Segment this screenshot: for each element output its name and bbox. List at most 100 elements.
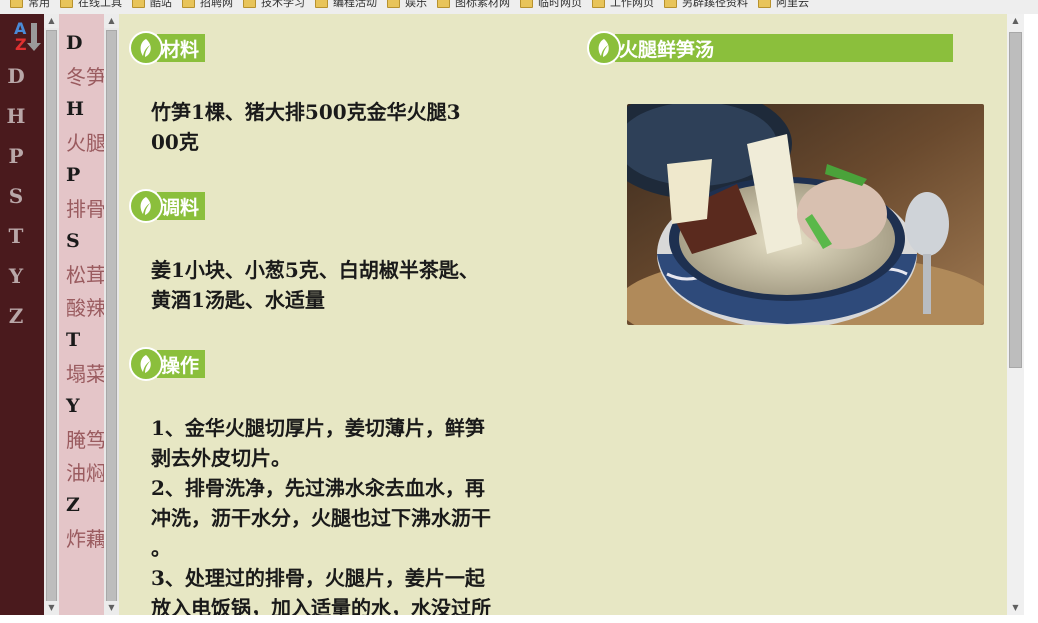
- section-heading-label: 调料: [157, 192, 206, 220]
- folder-icon: [132, 0, 145, 8]
- section-heading-ingredients: 材料: [129, 31, 206, 65]
- scroll-thumb[interactable]: [46, 30, 57, 610]
- bookmark-item[interactable]: 工作网页: [592, 0, 654, 9]
- index-letter-heading: Z: [66, 494, 80, 516]
- scroll-down-icon[interactable]: ▼: [1007, 601, 1024, 615]
- bookmark-item[interactable]: 娱乐: [387, 0, 427, 9]
- index-letter-heading: H: [66, 98, 84, 120]
- folder-icon: [437, 0, 450, 8]
- bookmark-item[interactable]: 常用: [10, 0, 50, 9]
- scroll-down-icon[interactable]: ▼: [44, 601, 59, 615]
- bookmarks-bar: 常用 在线工具 酷站 招聘网 技术学习 编程活动 娱乐 图标素材网 临时网页 工作网页 另辟蹊径资料…: [0, 0, 1038, 14]
- index-link[interactable]: 炸藕: [66, 523, 104, 552]
- seasoning-text: 姜1小块、小葱5克、白胡椒半茶匙、 黄酒1汤匙、水适量: [151, 255, 551, 315]
- bookmark-label: 编程活动: [333, 0, 377, 9]
- bookmark-label: 阿里云: [776, 0, 809, 9]
- leaf-icon: [129, 347, 163, 381]
- bookmark-label: 常用: [28, 0, 50, 9]
- folder-icon: [520, 0, 533, 8]
- scroll-up-icon[interactable]: ▲: [44, 14, 59, 28]
- text-line: 3、处理过的排骨，火腿片，姜片一起: [151, 566, 485, 590]
- bookmark-item[interactable]: 阿里云: [758, 0, 809, 9]
- folder-icon: [592, 0, 605, 8]
- index-letter-heading: S: [66, 230, 80, 252]
- text-line: 剥去外皮切片。: [151, 446, 291, 470]
- text-line: 2、排骨洗净，先过沸水汆去血水，再: [151, 476, 485, 500]
- ingredients-text: 竹笋1棵、猪大排500克金华火腿3 00克: [151, 97, 551, 157]
- bookmark-item[interactable]: 图标素材网: [437, 0, 510, 9]
- bookmark-item[interactable]: 在线工具: [60, 0, 122, 9]
- index-scrollbar[interactable]: ▲ ▼: [104, 14, 119, 615]
- bookmark-label: 工作网页: [610, 0, 654, 9]
- az-sort-icon[interactable]: AZ: [12, 19, 42, 53]
- recipe-title: 火腿鲜笋汤: [615, 34, 953, 62]
- text-line: 1、金华火腿切厚片，姜切薄片，鲜笋: [151, 416, 485, 440]
- bookmark-label: 临时网页: [538, 0, 582, 9]
- scroll-down-icon[interactable]: ▼: [104, 601, 119, 615]
- bookmark-label: 酷站: [150, 0, 172, 9]
- index-letter-heading: D: [66, 32, 83, 54]
- folder-icon: [10, 0, 23, 8]
- text-line: 。: [151, 536, 171, 560]
- soup-bowl-photo: [627, 104, 984, 325]
- bookmark-label: 招聘网: [200, 0, 233, 9]
- section-heading-steps: 操作: [129, 347, 206, 381]
- folder-icon: [387, 0, 400, 8]
- rail-letter-d[interactable]: D: [0, 64, 44, 88]
- index-letter-heading: Y: [66, 395, 80, 417]
- index-link[interactable]: 冬笋: [66, 61, 104, 90]
- recipe-index: D 冬笋 H 火腿 P 排骨 S 松茸 酸辣 T 塌菜 Y 腌笃 油焖 Z 炸藕: [59, 14, 104, 615]
- rail-letter-y[interactable]: Y: [0, 264, 44, 288]
- index-link[interactable]: 腌笃: [66, 424, 104, 453]
- bookmark-label: 图标素材网: [455, 0, 510, 9]
- bookmark-item[interactable]: 酷站: [132, 0, 172, 9]
- index-link[interactable]: 塌菜: [66, 358, 104, 387]
- scroll-up-icon[interactable]: ▲: [104, 14, 119, 28]
- folder-icon: [60, 0, 73, 8]
- index-link[interactable]: 排骨: [66, 193, 104, 222]
- scroll-up-icon[interactable]: ▲: [1007, 14, 1024, 28]
- index-link[interactable]: 酸辣: [66, 292, 104, 321]
- text-line: 冲洗，沥干水分，火腿也过下沸水沥干: [151, 506, 491, 530]
- scroll-thumb[interactable]: [106, 30, 117, 610]
- section-heading-label: 操作: [157, 350, 206, 378]
- rail-letter-p[interactable]: P: [0, 144, 44, 168]
- folder-icon: [758, 0, 771, 8]
- bookmark-item[interactable]: 临时网页: [520, 0, 582, 9]
- index-link[interactable]: 油焖: [66, 457, 104, 486]
- bookmark-item[interactable]: 另辟蹊径资料: [664, 0, 748, 9]
- bookmark-label: 技术学习: [261, 0, 305, 9]
- steps-text: 1、金华火腿切厚片，姜切薄片，鲜笋 剥去外皮切片。 2、排骨洗净，先过沸水汆去血…: [151, 413, 551, 615]
- text-line: 放入电饭锅，加入适量的水，水没过所: [151, 596, 491, 615]
- rail-letter-z[interactable]: Z: [0, 304, 44, 328]
- bookmark-item[interactable]: 编程活动: [315, 0, 377, 9]
- index-link[interactable]: 松茸: [66, 259, 104, 288]
- recipe-content: 材料 竹笋1棵、猪大排500克金华火腿3 00克 调料 姜1小块、小葱5克、白胡…: [119, 14, 1007, 615]
- folder-icon: [182, 0, 195, 8]
- text-line: 姜1小块、小葱5克、白胡椒半茶匙、: [151, 258, 479, 282]
- page-scrollbar[interactable]: ▲ ▼: [1007, 14, 1024, 615]
- folder-icon: [315, 0, 328, 8]
- scroll-thumb[interactable]: [1009, 32, 1022, 368]
- bookmark-item[interactable]: 招聘网: [182, 0, 233, 9]
- folder-icon: [243, 0, 256, 8]
- folder-icon: [664, 0, 677, 8]
- text-line: 竹笋1棵、猪大排500克金华火腿3: [151, 100, 461, 124]
- text-line: 00克: [151, 130, 199, 154]
- index-link[interactable]: 火腿: [66, 127, 104, 156]
- text-line: 黄酒1汤匙、水适量: [151, 288, 325, 312]
- rail-letter-s[interactable]: S: [0, 184, 44, 208]
- bookmark-label: 娱乐: [405, 0, 427, 9]
- leaf-icon: [129, 31, 163, 65]
- leaf-icon: [587, 31, 621, 65]
- rail-letter-t[interactable]: T: [0, 224, 44, 248]
- rail-letter-h[interactable]: H: [0, 104, 44, 128]
- section-heading-label: 材料: [157, 34, 206, 62]
- bookmark-label: 在线工具: [78, 0, 122, 9]
- index-letter-heading: T: [66, 329, 81, 351]
- leaf-icon: [129, 189, 163, 223]
- section-heading-seasoning: 调料: [129, 189, 206, 223]
- bookmark-item[interactable]: 技术学习: [243, 0, 305, 9]
- rail-scrollbar[interactable]: ▲ ▼: [44, 14, 59, 615]
- recipe-title-heading: 火腿鲜笋汤: [587, 31, 953, 65]
